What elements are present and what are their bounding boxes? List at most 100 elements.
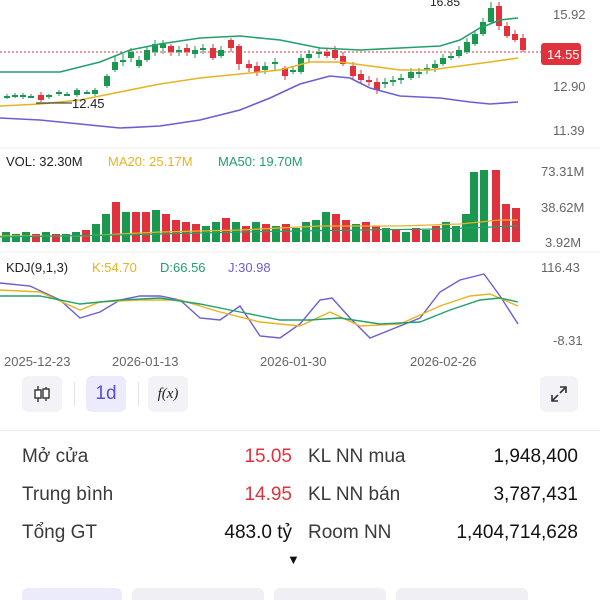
foreign-sell-value: 3,787,431 <box>493 484 578 505</box>
volume-bar <box>392 230 400 242</box>
section-divider <box>0 430 600 431</box>
kdj-title: KDJ(9,1,3) <box>6 260 68 275</box>
bottom-tab[interactable] <box>274 588 386 600</box>
candle-body <box>390 80 396 82</box>
candle-body <box>210 48 216 58</box>
volume-bar <box>12 234 20 242</box>
interval-button[interactable]: 1d <box>86 376 126 412</box>
candle-body <box>456 50 462 56</box>
date-label-4: 2026-02-26 <box>410 354 477 369</box>
volume-bar <box>162 214 170 242</box>
candle-body <box>12 95 18 97</box>
bottom-tab[interactable] <box>22 588 122 600</box>
candle-body <box>246 64 252 68</box>
candle-body <box>218 50 224 56</box>
candle-body <box>236 46 242 64</box>
volume-bar <box>412 228 420 242</box>
candle-body <box>350 66 356 76</box>
candle-body <box>74 90 80 95</box>
formula-button[interactable]: f(x) <box>148 376 188 412</box>
candle-body <box>416 72 422 74</box>
volume-bar <box>302 222 310 242</box>
volume-bar <box>102 214 110 242</box>
volume-bar <box>352 224 360 242</box>
caret-down-icon[interactable]: ▼ <box>287 552 300 567</box>
candle-body <box>440 58 446 64</box>
candle-body <box>56 92 62 94</box>
candle-body <box>144 50 150 60</box>
kdj-k-label: K:54.70 <box>92 260 137 275</box>
volume-bar <box>242 226 250 242</box>
candle-body <box>464 42 470 52</box>
stock-chart[interactable]: 12.45 16.85 15.92 14.55 12.90 11.39 VOL:… <box>0 0 600 372</box>
stats-row: Tổng GT 483.0 tỷ Room NN 1,404,714,628 <box>0 514 600 550</box>
candle-body <box>20 95 26 97</box>
candle-body <box>136 60 142 66</box>
candle-body <box>496 6 502 26</box>
candle-body <box>448 56 454 58</box>
candle-body <box>382 82 388 84</box>
candle-body <box>366 80 372 82</box>
price-axis-top: 15.92 <box>553 7 586 22</box>
expand-button[interactable] <box>540 376 578 412</box>
volume-bar <box>32 234 40 242</box>
date-label-3: 2026-01-30 <box>260 354 327 369</box>
volume-bar <box>502 204 510 242</box>
candle-body <box>184 48 190 52</box>
candle-body <box>290 70 296 72</box>
vol-label: VOL: 32.30M <box>6 154 83 169</box>
volume-bar <box>362 222 370 242</box>
vol-ma20-label: MA20: 25.17M <box>108 154 193 169</box>
vol-ma50-label: MA50: 19.70M <box>218 154 303 169</box>
volume-bar <box>92 224 100 242</box>
kdj-axis-top: 116.43 <box>541 260 580 275</box>
total-value: 483.0 tỷ <box>224 522 292 543</box>
chart-type-button[interactable] <box>22 376 62 412</box>
room-label: Room NN <box>308 522 392 543</box>
bottom-tab[interactable] <box>132 588 264 600</box>
volume-bar <box>322 212 330 242</box>
price-axis-mid: 12.90 <box>553 79 586 94</box>
candle-body <box>28 96 34 98</box>
high-marker-label: 16.85 <box>430 0 460 9</box>
bottom-tab[interactable] <box>396 588 528 600</box>
candle-body <box>408 72 414 78</box>
stats-row: Mở cửa 15.05 KL NN mua 1,948,400 <box>0 438 600 474</box>
candle-body <box>38 95 44 100</box>
volume-bar <box>262 224 270 242</box>
volume-bar <box>292 228 300 242</box>
candle-body <box>254 66 260 72</box>
volume-bar <box>42 232 50 242</box>
candle-body <box>332 50 338 58</box>
candle-body <box>512 34 518 40</box>
candle-body <box>432 64 438 68</box>
avg-value: 14.95 <box>244 484 292 505</box>
volume-bar <box>422 230 430 242</box>
volume-bar <box>152 210 160 242</box>
volume-bar <box>122 212 130 242</box>
total-label: Tổng GT <box>22 522 97 543</box>
volume-bar <box>72 232 80 242</box>
open-label: Mở cửa <box>22 446 89 467</box>
candle-body <box>228 40 234 48</box>
toolbar-separator <box>138 382 139 406</box>
candlestick-icon <box>34 386 50 402</box>
low-marker-label: 12.45 <box>72 96 105 111</box>
candle-body <box>92 90 98 94</box>
candle-body <box>46 95 52 97</box>
volume-bar <box>402 232 410 242</box>
stats-row: Trung bình 14.95 KL NN bán 3,787,431 <box>0 476 600 512</box>
candle-body <box>520 38 526 50</box>
toolbar-separator <box>74 382 75 406</box>
open-value: 15.05 <box>244 446 292 467</box>
volume-bar <box>480 170 488 242</box>
volume-bar <box>62 234 70 242</box>
foreign-sell-label: KL NN bán <box>308 484 401 505</box>
volume-bar <box>470 172 478 242</box>
candle-body <box>192 50 198 54</box>
room-value: 1,404,714,628 <box>456 522 578 543</box>
function-icon: f(x) <box>157 385 179 402</box>
candle-body <box>64 94 70 96</box>
chart-canvas[interactable]: 12.45 16.85 15.92 14.55 12.90 11.39 VOL:… <box>0 0 600 372</box>
volume-bar <box>202 226 210 242</box>
